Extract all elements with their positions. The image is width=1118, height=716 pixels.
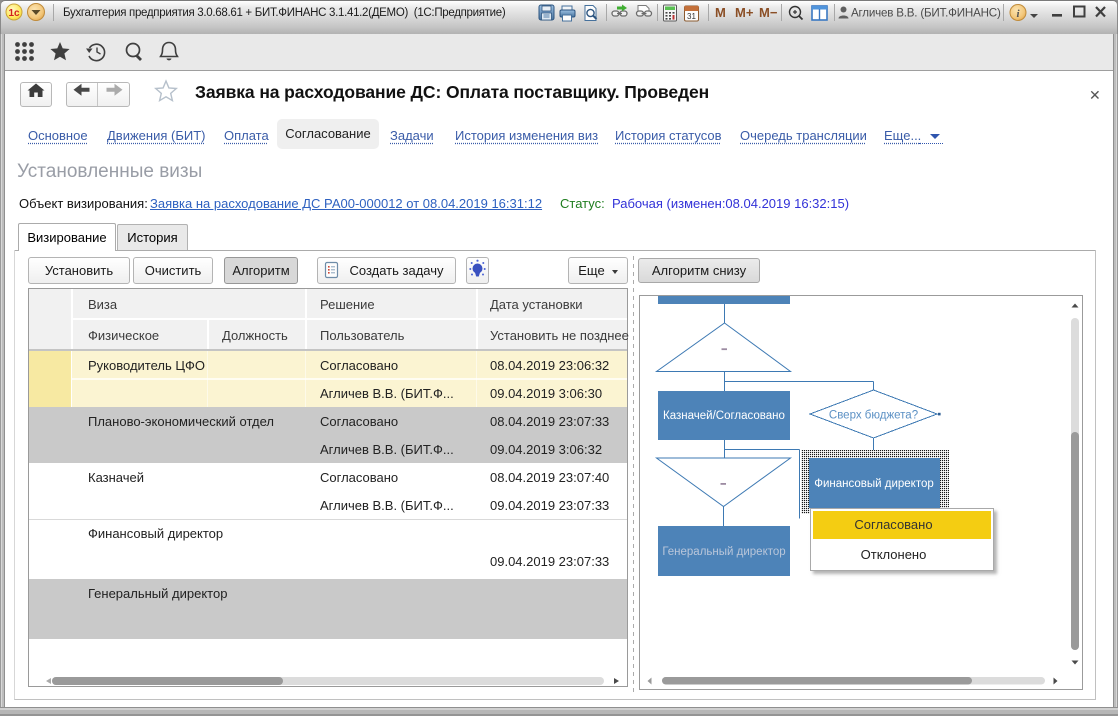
svg-text:М: М [715,5,726,20]
svg-text:31: 31 [687,12,696,21]
svg-text:Финансовый директор: Финансовый директор [814,478,934,490]
svg-text:М+: М+ [735,5,754,20]
svg-text:Агличев В.В. (БИТ.ФИНАНС): Агличев В.В. (БИТ.ФИНАНС) [851,7,1001,20]
svg-text:М−: М− [759,5,778,20]
svg-text:Сверх бюджета?: Сверх бюджета? [829,410,918,422]
svg-text:Казначей/Согласовано: Казначей/Согласовано [663,410,785,422]
svg-text:Генеральный директор: Генеральный директор [662,546,785,558]
